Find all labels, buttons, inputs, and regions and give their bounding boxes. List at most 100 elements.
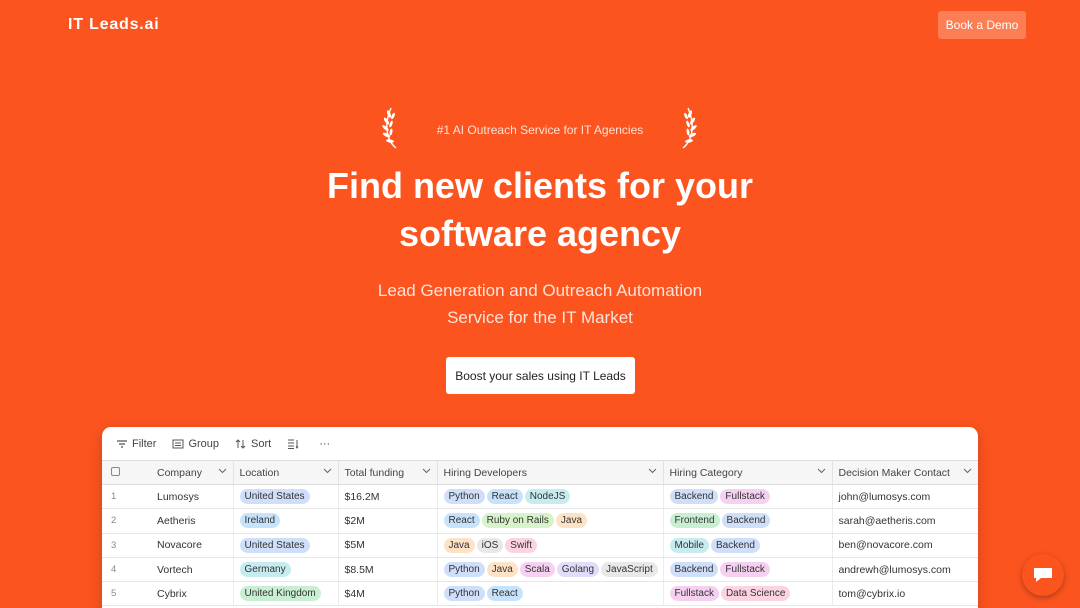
tag: Swift [505,537,537,553]
chevron-down-icon[interactable] [422,468,431,474]
leads-table-panel: Filter Group Sort ··· Company Location T… [102,427,978,608]
tag: React [443,513,480,529]
table-row[interactable]: 3 Novacore United States $5M Java iOS Swift Mob… [102,533,978,558]
company-cell[interactable]: Lumosys [151,484,234,510]
group-label: Group [188,437,220,450]
chevron-down-icon[interactable] [648,468,657,474]
contact-cell[interactable]: andrewh@lumosys.com [832,557,978,583]
hiring-category-cell[interactable]: Backend Fullstack [663,484,833,510]
logo[interactable]: IT Leads.ai [68,16,160,34]
column-header[interactable]: Hiring Category [663,460,833,485]
tag: Data Science [720,586,791,602]
hero-badge: #1 AI Outreach Service for IT Agencies [0,106,1080,150]
book-demo-button[interactable]: Book a Demo [938,11,1026,39]
select-all-cell[interactable] [102,460,151,485]
hiring-developers-cell[interactable]: Python Java Scala Golang JavaScript [437,557,664,583]
hiring-developers-cell[interactable]: Python React NodeJS [437,484,664,510]
column-header-label: Hiring Developers [443,466,527,479]
hero-subtitle-line: Lead Generation and Outreach Automation [377,281,703,300]
chat-button[interactable] [1022,554,1064,596]
select-all-checkbox[interactable] [111,466,120,476]
column-header-label: Location [239,466,280,479]
group-button[interactable]: Group [172,438,219,450]
tag: Backend [669,562,719,578]
column-header-label: Hiring Category [669,466,743,479]
tag: Fullstack [669,586,719,602]
hiring-developers-cell[interactable]: React Ruby on Rails Java [437,508,664,534]
column-header[interactable]: Company [151,460,234,485]
hero-title-line: software agency [398,213,682,254]
funding-cell[interactable]: $8.5M [338,557,438,583]
column-header-label: Total funding [344,466,405,479]
hiring-category-cell[interactable]: Mobile Backend [663,533,833,558]
more-button[interactable]: ··· [319,438,330,450]
chevron-down-icon[interactable] [218,468,227,474]
funding-cell[interactable]: $16.2M [338,484,438,510]
contact-cell[interactable]: john@lumosys.com [832,484,978,510]
tag: Java [555,513,588,529]
chevron-down-icon[interactable] [963,468,972,474]
tag: Java [486,562,518,578]
tag: Backend [669,489,719,505]
location-cell[interactable]: Ireland [233,508,339,534]
hiring-category-cell[interactable]: Fullstack Data Science [663,581,833,607]
contact-cell[interactable]: sarah@aetheris.com [832,508,978,534]
tag: iOS [476,537,504,553]
table-row[interactable]: 2 Aetheris Ireland $2M React Ruby on Rails Jav… [102,508,978,534]
sort-button[interactable]: Sort [235,438,271,450]
filter-button[interactable]: Filter [116,438,156,450]
table-body: 1 Lumosys United States $16.2M Python React No… [102,484,978,607]
column-header[interactable]: Location [233,460,339,485]
cta-button[interactable]: Boost your sales using IT Leads [446,357,635,394]
more-label: ··· [319,437,331,450]
column-header-label: Decision Maker Contact [838,466,950,479]
table-row[interactable]: 4 Vortech Germany $8.5M Python Java Scala Golan… [102,557,978,583]
hero-subtitle-line: Service for the IT Market [447,308,633,327]
column-header-label: Company [157,466,202,479]
tag: Python [443,489,485,505]
funding-cell[interactable]: $4M [338,581,438,607]
row-height-button[interactable] [287,439,303,449]
hiring-developers-cell[interactable]: Python React [437,581,664,607]
group-icon [172,439,184,448]
tag: Backend [721,513,771,529]
row-height-icon [288,439,299,449]
tag: Python [443,562,485,578]
location-cell[interactable]: United States [233,484,339,510]
location-cell[interactable]: Germany [233,557,339,583]
chevron-down-icon[interactable] [323,468,332,474]
funding-cell[interactable]: $2M [338,508,438,534]
table-row[interactable]: 1 Lumosys United States $16.2M Python React No… [102,484,978,510]
location-cell[interactable]: United States [233,533,339,558]
company-cell[interactable]: Aetheris [151,508,234,534]
hiring-category-cell[interactable]: Frontend Backend [663,508,833,534]
chevron-down-icon[interactable] [817,468,826,474]
column-header[interactable]: Decision Maker Contact [832,460,978,485]
column-header[interactable]: Total funding [338,460,438,485]
table-toolbar: Filter Group Sort ··· [102,427,978,460]
hiring-category-cell[interactable]: Backend Fullstack [663,557,833,583]
location-cell[interactable]: United Kingdom [233,581,339,607]
row-number: 4 [102,557,151,583]
sort-icon [235,438,246,449]
tag: United Kingdom [239,586,321,602]
tag: Frontend [669,513,720,529]
hiring-developers-cell[interactable]: Java iOS Swift [437,533,664,558]
badge-text: #1 AI Outreach Service for IT Agencies [436,123,644,137]
tag: React [486,489,523,505]
contact-cell[interactable]: ben@novacore.com [832,533,978,558]
tag: Scala [519,562,555,578]
laurel-icon [682,107,697,149]
tag: Java [443,537,475,553]
company-cell[interactable]: Novacore [151,533,234,558]
contact-cell[interactable]: tom@cybrix.io [832,581,978,607]
company-cell[interactable]: Vortech [151,557,234,583]
filter-icon [117,439,127,448]
tag: Ruby on Rails [481,513,554,529]
company-cell[interactable]: Cybrix [151,581,234,607]
row-number: 2 [102,508,151,534]
table-row[interactable]: 5 Cybrix United Kingdom $4M Python React Fulls… [102,581,978,607]
column-header[interactable]: Hiring Developers [437,460,664,485]
funding-cell[interactable]: $5M [338,533,438,558]
tag: Mobile [669,537,709,553]
